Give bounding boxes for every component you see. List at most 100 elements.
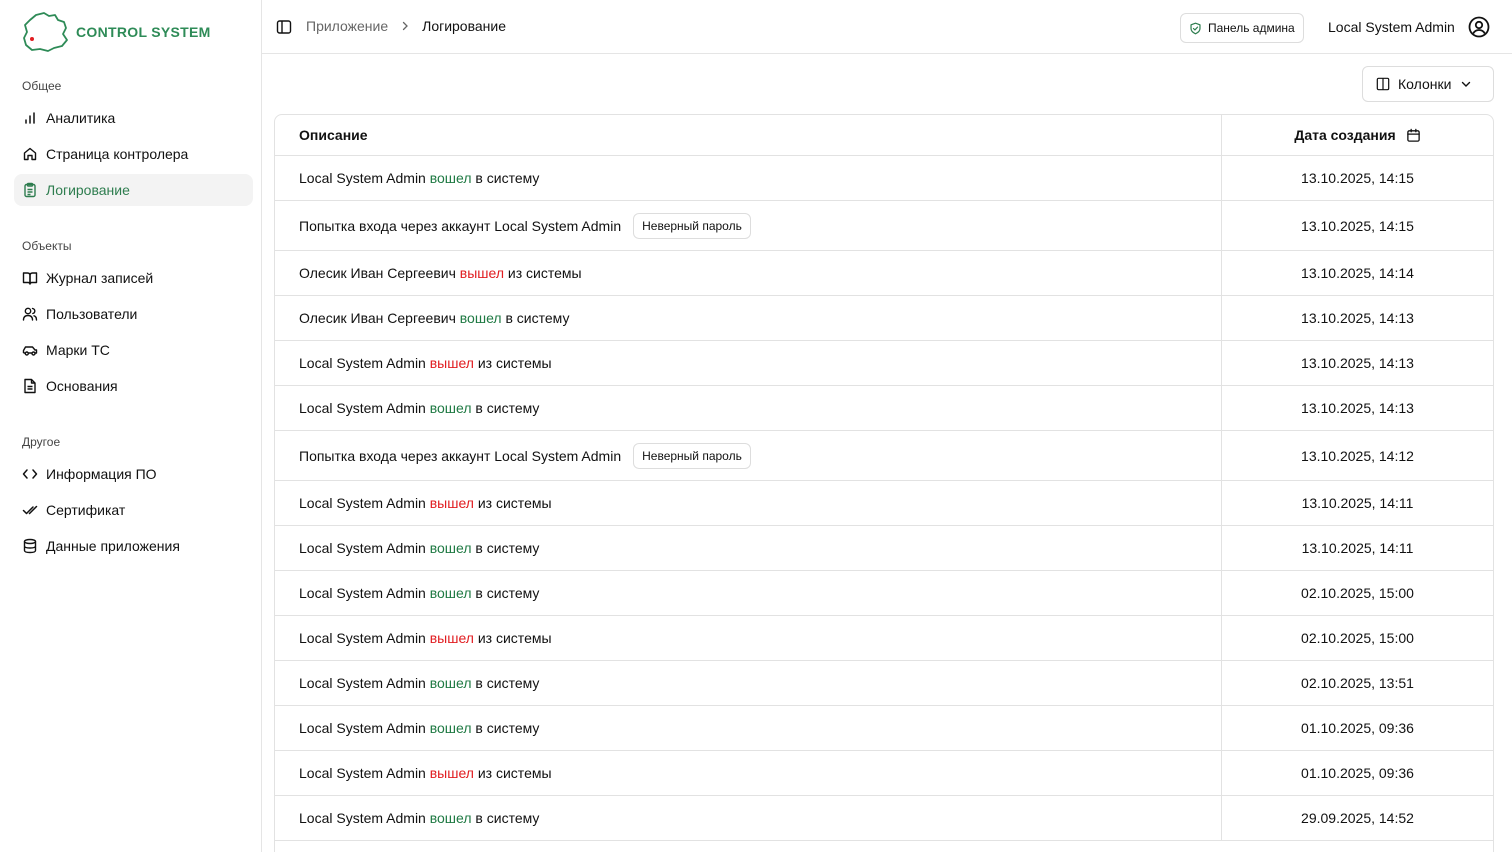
book-icon [22,270,38,286]
user-circle-icon[interactable] [1468,16,1490,38]
table-row[interactable]: Local System Admin вошел в систему 02.10.… [275,571,1493,616]
log-action-tail: в систему [475,585,540,601]
cell-created-at: 13.10.2025, 14:13 [1301,355,1414,371]
app-logo[interactable]: CONTROL SYSTEM [22,12,211,52]
cell-description: Олесик Иван Сергеевич вышел из системы [275,251,1222,295]
section-label-general: Общее [22,79,62,93]
log-action-tail: в систему [475,810,540,826]
table-row[interactable]: Local System Admin вошел в систему 02.10.… [275,661,1493,706]
sidebar-item-grounds[interactable]: Основания [14,370,253,402]
log-action-tail: в систему [505,310,570,326]
log-table: Описание Дата создания Local System Admi… [274,114,1494,852]
table-row[interactable]: Local System Admin вышел из системы 13.10… [275,341,1493,386]
log-subject: Local System Admin [299,765,426,781]
cell-created-at: 29.09.2025, 14:52 [1301,810,1414,826]
cell-created-at: 02.10.2025, 15:00 [1301,630,1414,646]
cell-created-at: 13.10.2025, 14:11 [1301,540,1414,556]
table-row[interactable]: Local System Admin вышел из системы 01.10… [275,751,1493,796]
sidebar-item-label: Аналитика [46,110,116,126]
cell-description: Local System Admin вышел из системы [275,616,1222,660]
cell-description: Олесик Иван Сергеевич вошел в систему [275,296,1222,340]
table-row[interactable]: Local System Admin вошел в систему 13.10.… [275,156,1493,201]
sidebar-item-app-data[interactable]: Данные приложения [14,530,253,562]
table-row[interactable]: Олесик Иван Сергеевич вышел из системы 13… [275,251,1493,296]
columns-label: Колонки [1398,76,1452,92]
log-action-tail: в систему [475,170,540,186]
bar-chart-icon [22,110,38,126]
cell-created-at: 13.10.2025, 14:13 [1301,310,1414,326]
log-subject: Local System Admin [299,585,426,601]
table-row[interactable]: Local System Admin вошел в систему 13.10.… [275,526,1493,571]
cell-created-at: 13.10.2025, 14:12 [1301,447,1414,464]
log-subject: Local System Admin [299,355,426,371]
sidebar-item-records-journal[interactable]: Журнал записей [14,262,253,294]
chevron-down-icon [1462,81,1471,87]
log-subject: Олесик Иван Сергеевич [299,310,456,326]
cell-created-at: 02.10.2025, 13:51 [1301,675,1414,691]
columns-icon [1376,77,1390,91]
table-row[interactable]: Олесик Иван Сергеевич вошел в систему 13.… [275,296,1493,341]
log-action-tail: из системы [477,495,552,511]
sidebar-item-logging[interactable]: Логирование [14,174,253,206]
table-row[interactable]: Local System Admin вышел из системы 13.10… [275,481,1493,526]
log-action-tail: из системы [477,765,552,781]
cell-description: Local System Admin вышел из системы [275,481,1222,525]
table-row[interactable]: Local System Admin вошел в систему 29.09.… [275,796,1493,841]
clipboard-icon [22,182,38,198]
table-row[interactable]: Local System Admin вошел в систему 01.10.… [275,706,1493,751]
log-subject: Попытка входа через аккаунт Local System… [299,447,622,464]
user-name[interactable]: Local System Admin [1328,19,1455,35]
sidebar-item-vehicle-brands[interactable]: Марки ТС [14,334,253,366]
log-subject: Local System Admin [299,810,426,826]
users-icon [22,306,38,322]
cell-description: Local System Admin вышел из системы [275,341,1222,385]
column-header-label: Дата создания [1294,127,1396,143]
log-subject: Local System Admin [299,400,426,416]
column-header-created-at[interactable]: Дата создания [1222,115,1493,155]
log-action-login: вошел [459,310,502,326]
sidebar-item-label: Марки ТС [46,342,110,358]
sidebar-item-label: Журнал записей [46,270,154,286]
log-subject: Local System Admin [299,630,426,646]
log-subject: Local System Admin [299,495,426,511]
map-logo-icon [23,12,68,52]
calendar-icon[interactable] [1406,128,1421,143]
cell-created-at: 13.10.2025, 14:11 [1301,495,1414,511]
breadcrumb-root[interactable]: Приложение [306,18,388,34]
log-action-login: вошел [429,720,472,736]
sidebar-item-software-info[interactable]: Информация ПО [14,458,253,490]
logo-text: CONTROL SYSTEM [76,24,211,40]
cell-description: Попытка входа через аккаунт Local System… [275,201,1222,250]
log-action-logout: вышел [429,495,474,511]
log-action-logout: вышел [429,355,474,371]
sidebar-item-certificate[interactable]: Сертификат [14,494,253,526]
status-badge: Неверный пароль [633,442,751,469]
sidebar-item-label: Пользователи [46,306,138,322]
sidebar-item-controller-page[interactable]: Страница контролера [14,138,253,170]
cell-description: Local System Admin вышел из системы [275,751,1222,795]
log-action-tail: в систему [475,675,540,691]
file-text-icon [22,378,38,394]
sidebar-toggle-icon[interactable] [276,19,292,35]
sidebar-item-analytics[interactable]: Аналитика [14,102,253,134]
sidebar: CONTROL SYSTEM Общее Аналитика Страница … [0,0,262,852]
admin-panel-button[interactable]: Панель админа [1180,13,1304,43]
table-row[interactable]: Попытка входа через аккаунт Local System… [275,431,1493,481]
cell-created-at: 13.10.2025, 14:14 [1301,265,1414,281]
log-subject: Local System Admin [299,675,426,691]
cell-created-at: 13.10.2025, 14:15 [1301,217,1414,234]
log-subject: Олесик Иван Сергеевич [299,265,456,281]
sidebar-item-label: Данные приложения [46,538,180,554]
log-action-logout: вышел [429,630,474,646]
cell-description: Local System Admin вошел в систему [275,706,1222,750]
cell-description: Local System Admin вошел в систему [275,796,1222,840]
table-row[interactable]: Local System Admin вошел в систему 13.10.… [275,386,1493,431]
columns-button[interactable]: Колонки [1362,66,1494,102]
sidebar-item-label: Логирование [46,182,130,198]
breadcrumb: Приложение Логирование [306,18,506,34]
table-row[interactable]: Попытка входа через аккаунт Local System… [275,201,1493,251]
table-row[interactable]: Local System Admin вышел из системы 02.10… [275,616,1493,661]
column-header-description: Описание [275,115,1222,155]
sidebar-item-users[interactable]: Пользователи [14,298,253,330]
check-check-icon [22,502,38,518]
